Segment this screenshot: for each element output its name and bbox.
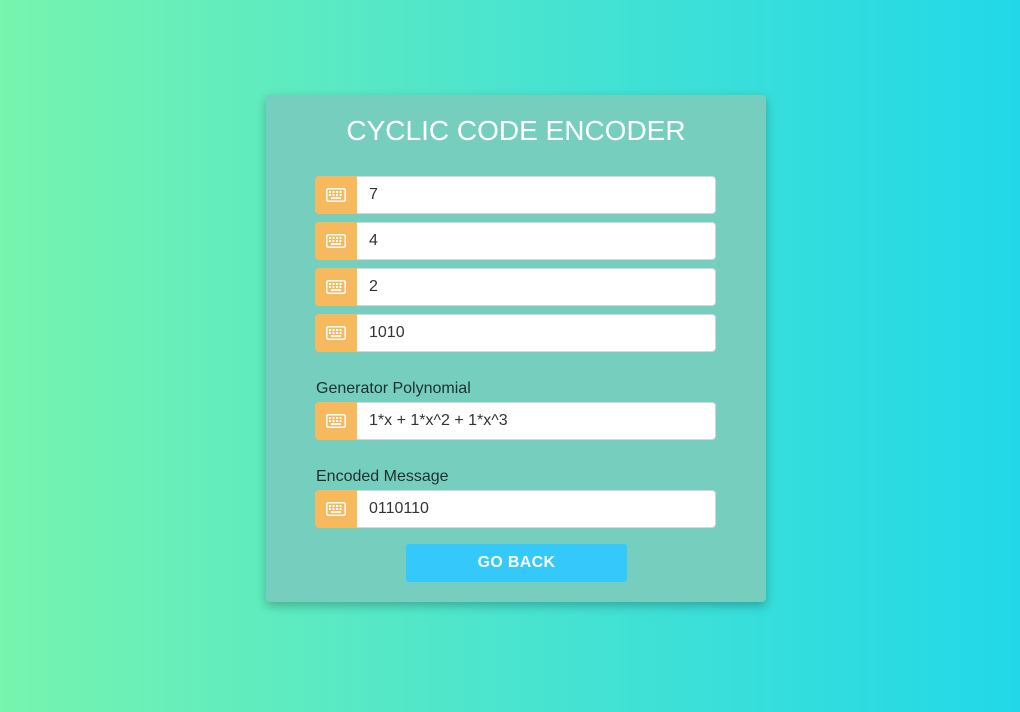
code-length-input[interactable] [357,176,716,214]
message-input[interactable] [357,314,716,352]
message-field [315,314,716,352]
keyboard-icon [315,176,357,214]
encoded-message-input[interactable] [357,490,716,528]
encoded-message-field [315,490,716,528]
generator-polynomial-input[interactable] [357,402,716,440]
code-length-field [315,176,716,214]
encoded-message-label: Encoded Message [316,468,449,485]
keyboard-icon [315,402,357,440]
page-title: CYCLIC CODE ENCODER [346,115,686,146]
keyboard-icon [315,490,357,528]
keyboard-icon [315,222,357,260]
message-length-field [315,222,716,260]
base-input[interactable] [357,268,716,306]
keyboard-icon [315,268,357,306]
base-field [315,268,716,306]
encoder-card: CYCLIC CODE ENCODER 7 4 2 1010 Generator… [266,95,766,602]
generator-polynomial-label: Generator Polynomial [316,380,471,397]
generator-polynomial-field [315,402,716,440]
message-length-input[interactable] [357,222,716,260]
keyboard-icon [315,314,357,352]
go-back-button[interactable]: GO BACK [406,544,627,582]
